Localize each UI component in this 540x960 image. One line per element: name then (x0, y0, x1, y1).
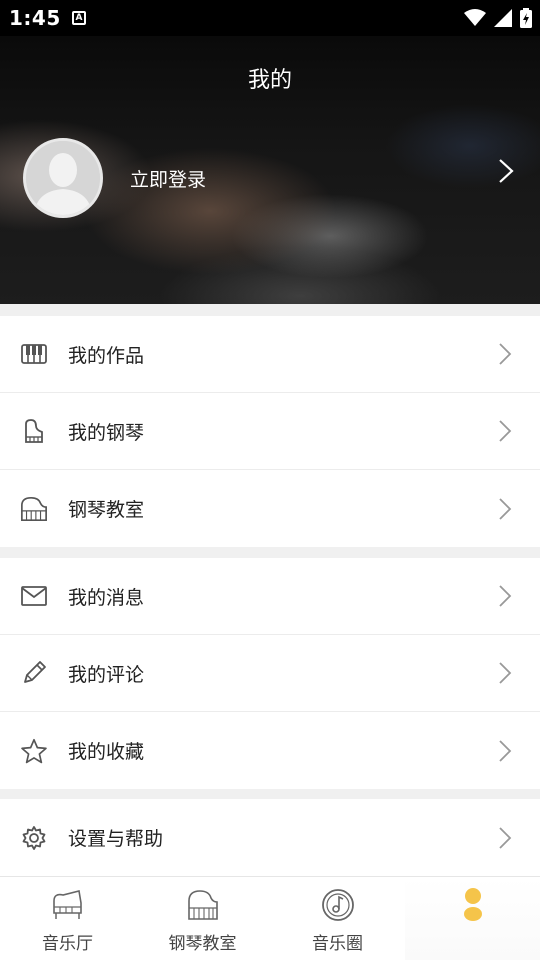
login-link[interactable]: 立即登录 (130, 165, 206, 192)
avatar[interactable] (23, 138, 103, 218)
pencil-icon (20, 659, 48, 687)
battery-icon (520, 8, 532, 28)
menu-group-settings: 设置与帮助 (0, 799, 540, 876)
music-disc-icon (320, 887, 356, 923)
chevron-right-icon (499, 826, 512, 849)
menu-label: 我的消息 (68, 586, 145, 609)
menu-item-my-comments[interactable]: 我的评论 (0, 635, 540, 712)
upright-piano-icon (20, 417, 48, 445)
tab-music-circle[interactable]: 音乐圈 (270, 877, 405, 960)
grand-piano-icon (20, 495, 48, 523)
tab-label: 钢琴教室 (168, 934, 237, 954)
chevron-right-icon (499, 585, 512, 607)
tab-piano-classroom[interactable]: 钢琴教室 (135, 877, 270, 960)
menu-label: 设置与帮助 (68, 828, 164, 850)
star-icon (20, 737, 48, 765)
profile-header: 我的 立即登录 (0, 36, 540, 304)
chevron-right-icon (499, 343, 512, 365)
piano-classroom-icon (185, 887, 221, 923)
menu-item-my-favorites[interactable]: 我的收藏 (0, 712, 540, 789)
menu-group-social: 我的消息 我的评论 我的收藏 (0, 558, 540, 789)
tab-label: 音乐圈 (312, 934, 363, 954)
profile-active-icon (455, 887, 491, 923)
menu-item-settings-help[interactable]: 设置与帮助 (0, 799, 540, 876)
gear-icon (20, 824, 48, 852)
page-title: 我的 (247, 68, 292, 93)
menu-label: 我的作品 (68, 344, 145, 367)
notification-icon: A (72, 11, 86, 25)
status-icons (464, 8, 532, 28)
section-divider (0, 789, 540, 799)
menu-label: 我的评论 (68, 663, 145, 686)
menu-item-my-works[interactable]: 我的作品 (0, 316, 540, 393)
section-divider (0, 304, 540, 316)
menu-group-works: 我的作品 我的钢琴 钢琴教室 (0, 316, 540, 547)
status-bar: 1:45 A (0, 0, 540, 36)
mail-icon (20, 582, 48, 610)
tab-profile[interactable] (405, 877, 540, 960)
bottom-nav: 音乐厅 钢琴教室 音乐圈 (0, 876, 540, 960)
chevron-right-icon (499, 662, 512, 684)
chevron-right-icon[interactable] (498, 158, 514, 184)
wifi-icon (464, 9, 486, 26)
chevron-right-icon (499, 420, 512, 442)
piano-keys-icon (20, 340, 48, 368)
default-avatar-icon (26, 141, 100, 215)
menu-item-my-piano[interactable]: 我的钢琴 (0, 393, 540, 470)
menu-item-my-messages[interactable]: 我的消息 (0, 558, 540, 635)
section-divider (0, 547, 540, 558)
signal-icon (494, 9, 512, 27)
tab-music-hall[interactable]: 音乐厅 (0, 877, 135, 960)
chevron-right-icon (499, 497, 512, 520)
menu-label: 我的收藏 (68, 741, 145, 763)
menu-label: 钢琴教室 (68, 499, 145, 521)
menu-item-piano-classroom[interactable]: 钢琴教室 (0, 470, 540, 547)
chevron-right-icon (499, 739, 512, 762)
grand-piano-icon (50, 887, 86, 923)
status-time: 1:45 (9, 6, 61, 30)
menu-label: 我的钢琴 (68, 421, 145, 444)
tab-label: 音乐厅 (42, 934, 93, 954)
